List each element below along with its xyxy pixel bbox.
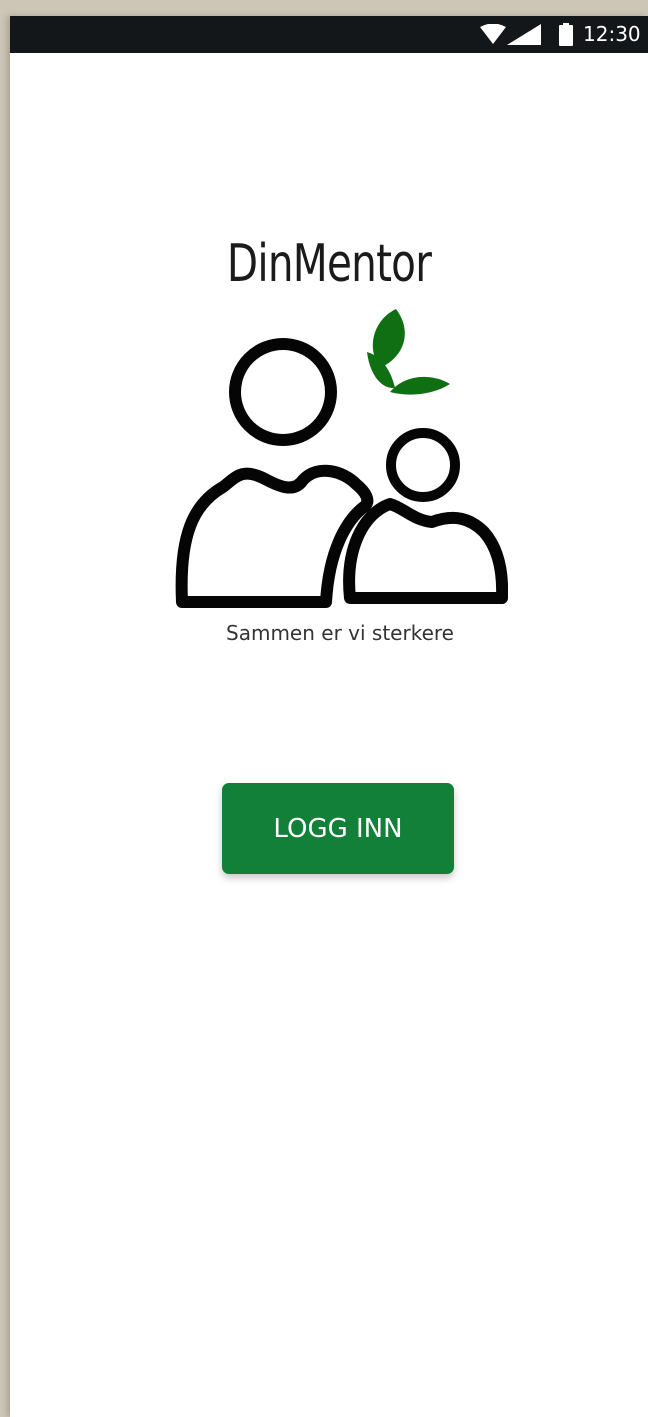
status-bar: 12:30 <box>10 16 648 53</box>
login-button-label: LOGG INN <box>273 813 403 844</box>
battery-icon <box>559 23 573 46</box>
mentor-people-leaves-icon <box>175 309 508 608</box>
signal-icon <box>507 24 541 45</box>
app-screen: 12:30 DinMentor Sammen er vi sterkere LO… <box>10 16 648 1417</box>
login-button[interactable]: LOGG INN <box>222 783 454 874</box>
status-time: 12:30 <box>583 22 641 46</box>
leaf-right <box>390 376 450 395</box>
wifi-icon <box>480 24 506 44</box>
app-title: DinMentor <box>226 234 432 294</box>
tagline: Sammen er vi sterkere <box>226 621 454 645</box>
